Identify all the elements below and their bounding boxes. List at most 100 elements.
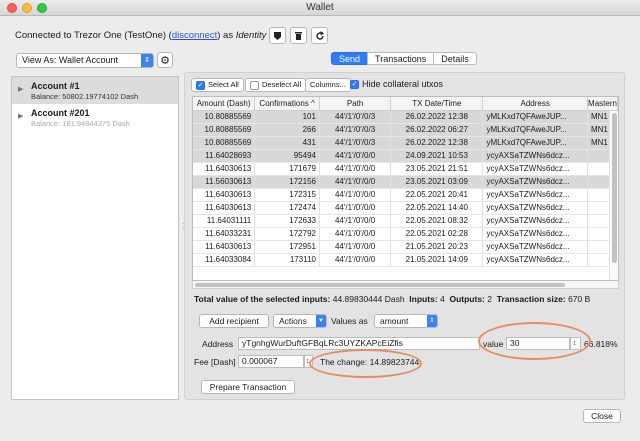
table-row[interactable]: 11.64033231 172792 44'/1'/0'/0/0 22.05.2021… xyxy=(193,227,618,241)
connection-mid-text: ) as xyxy=(217,30,236,41)
cell-date: 22.05.2021 02:28 xyxy=(390,227,484,241)
cell-amount: 10.80885569 xyxy=(193,136,256,150)
account-item[interactable]: ▶ Account #1 Balance: 50802.19774102 Das… xyxy=(12,77,178,104)
table-row[interactable]: 10.80885569 266 44'/1'/0'/0/3 26.02.2022 06… xyxy=(193,123,618,137)
cell-confirmations: 173110 xyxy=(254,253,320,267)
cell-address: yMLKxd7QFAweJUP... xyxy=(482,110,588,124)
account-list: ▶ Account #1 Balance: 50802.19774102 Das… xyxy=(11,76,179,400)
cell-date: 22.05.2021 14:40 xyxy=(390,201,484,215)
table-row[interactable]: 10.80885569 101 44'/1'/0'/0/3 26.02.2022 12… xyxy=(193,110,618,124)
window-title: Wallet xyxy=(306,2,334,13)
expand-arrow-icon[interactable]: ▶ xyxy=(18,112,23,120)
cell-date: 21.05.2021 14:09 xyxy=(390,253,484,267)
view-as-select[interactable]: View As: Wallet Account ⇕ xyxy=(16,53,154,68)
cell-confirmations: 171679 xyxy=(254,162,320,176)
cell-address: yMLKxd7QFAweJUP... xyxy=(482,123,588,137)
values-as-dropdown[interactable]: amount ⇕ xyxy=(374,314,438,328)
cell-confirmations: 266 xyxy=(254,123,320,137)
fee-field[interactable]: 0.000067 xyxy=(238,355,304,368)
settings-button[interactable]: ⚙ xyxy=(157,52,173,68)
hide-collateral-label: Hide collateral utxos xyxy=(362,79,444,89)
table-row[interactable]: 11.64030613 172951 44'/1'/0'/0/0 21.05.2021… xyxy=(193,240,618,254)
tab-transactions[interactable]: Transactions xyxy=(367,52,435,65)
values-as-value: amount xyxy=(380,316,409,326)
cell-address: ycyAXSaTZWNs6dcz... xyxy=(482,214,588,228)
tab-bar: Send Transactions Details xyxy=(331,52,477,65)
chevron-updown-icon: ⇕ xyxy=(427,315,437,327)
cell-address: ycyAXSaTZWNs6dcz... xyxy=(482,162,588,176)
cell-address: ycyAXSaTZWNs6dcz... xyxy=(482,149,588,163)
cell-path: 44'/1'/0'/0/0 xyxy=(319,188,392,202)
table-vertical-scrollbar[interactable] xyxy=(609,111,618,280)
columns-button[interactable]: Columns... xyxy=(305,78,351,92)
cell-path: 44'/1'/0'/0/0 xyxy=(319,201,392,215)
column-header-address[interactable]: Address xyxy=(482,97,588,111)
actions-dropdown[interactable]: Actions ▼ xyxy=(273,314,327,328)
cell-confirmations: 172792 xyxy=(254,227,320,241)
column-header-confirmations-label: Confirmations xyxy=(259,98,309,108)
cell-amount: 10.80885569 xyxy=(193,110,256,124)
add-recipient-button[interactable]: Add recipient xyxy=(199,314,269,328)
table-header: Amount (Dash) Confirmations ^ Path TX Da… xyxy=(193,97,618,111)
table-row[interactable]: 11.64030613 171679 44'/1'/0'/0/0 23.05.2021… xyxy=(193,162,618,176)
cell-address: ycyAXSaTZWNs6dcz... xyxy=(482,201,588,215)
account-name: Account #1 xyxy=(31,81,80,91)
title-bar: Wallet xyxy=(0,0,640,16)
cell-address: ycyAXSaTZWNs6dcz... xyxy=(482,240,588,254)
disconnect-link[interactable]: disconnect xyxy=(172,30,217,41)
connection-status: Connected to Trezor One (TestOne) (disco… xyxy=(15,30,280,41)
tx-size-label: Transaction size: xyxy=(496,294,566,304)
cell-amount: 11.64028693 xyxy=(193,149,256,163)
column-header-amount[interactable]: Amount (Dash) xyxy=(193,97,256,111)
deselect-all-button[interactable]: Deselect All xyxy=(245,78,307,92)
column-header-date[interactable]: TX Date/Time xyxy=(390,97,484,111)
chevron-down-icon: ▼ xyxy=(316,315,326,327)
select-all-button[interactable]: ✓ Select All xyxy=(191,78,244,92)
cell-path: 44'/1'/0'/0/0 xyxy=(319,214,392,228)
table-horizontal-scrollbar[interactable] xyxy=(192,281,619,289)
trash-icon xyxy=(295,31,302,40)
cell-confirmations: 172156 xyxy=(254,175,320,189)
close-button[interactable]: Close xyxy=(583,409,621,423)
scroll-thumb[interactable] xyxy=(612,113,617,263)
expand-arrow-icon[interactable]: ▶ xyxy=(18,85,23,93)
annotation-oval-value xyxy=(478,322,591,360)
utxo-table: Amount (Dash) Confirmations ^ Path TX Da… xyxy=(192,96,619,281)
prepare-transaction-button[interactable]: Prepare Transaction xyxy=(201,380,295,394)
scroll-thumb[interactable] xyxy=(195,283,565,287)
column-header-masternode[interactable]: Mastern xyxy=(587,97,618,111)
table-row[interactable]: 11.64031111 172633 44'/1'/0'/0/0 22.05.2021… xyxy=(193,214,618,228)
table-row[interactable]: 10.80885569 431 44'/1'/0'/0/3 26.02.2022 12… xyxy=(193,136,618,150)
select-all-label: Select All xyxy=(208,80,239,89)
view-as-value: View As: Wallet Account xyxy=(22,55,119,65)
cell-confirmations: 172474 xyxy=(254,201,320,215)
tab-send[interactable]: Send xyxy=(331,52,369,65)
table-row[interactable]: 11.56030613 172156 44'/1'/0'/0/0 23.05.2021… xyxy=(193,175,618,189)
cell-address: ycyAXSaTZWNs6dcz... xyxy=(482,227,588,241)
cell-date: 21.05.2021 20:23 xyxy=(390,240,484,254)
total-label: Total value of the selected inputs: xyxy=(194,294,331,304)
cell-date: 22.05.2021 20:41 xyxy=(390,188,484,202)
cell-amount: 11.64033084 xyxy=(193,253,256,267)
table-row[interactable]: 11.64030613 172315 44'/1'/0'/0/0 22.05.2021… xyxy=(193,188,618,202)
hide-collateral-checkbox[interactable]: ✓ Hide collateral utxos xyxy=(350,79,443,89)
refresh-button[interactable] xyxy=(311,27,328,44)
tab-details[interactable]: Details xyxy=(433,52,477,65)
cell-confirmations: 172633 xyxy=(254,214,320,228)
tag-button[interactable] xyxy=(269,27,286,44)
sort-ascending-icon: ^ xyxy=(311,98,315,108)
values-as-label: Values as xyxy=(331,316,368,326)
gear-icon: ⚙ xyxy=(160,54,170,67)
column-header-confirmations[interactable]: Confirmations ^ xyxy=(254,97,320,111)
checkbox-checked-icon: ✓ xyxy=(350,79,359,89)
cell-date: 26.02.2022 06:27 xyxy=(390,123,484,137)
recipient-address-field[interactable]: yTgnhgWurDuftGFBqLRc3UYZKAPcEiZfis xyxy=(238,337,480,350)
column-header-path[interactable]: Path xyxy=(319,97,392,111)
account-item[interactable]: ▶ Account #201 Balance: 181.94844375 Das… xyxy=(12,104,178,131)
table-row[interactable]: 11.64028693 95494 44'/1'/0'/0/0 24.09.2021 … xyxy=(193,149,618,163)
table-row[interactable]: 11.64033084 173110 44'/1'/0'/0/0 21.05.2021… xyxy=(193,253,618,267)
wallet-window: Wallet Connected to Trezor One (TestOne)… xyxy=(0,0,640,441)
delete-button[interactable] xyxy=(290,27,307,44)
table-row[interactable]: 11.64030613 172474 44'/1'/0'/0/0 22.05.2021… xyxy=(193,201,618,215)
tag-icon xyxy=(274,31,281,40)
